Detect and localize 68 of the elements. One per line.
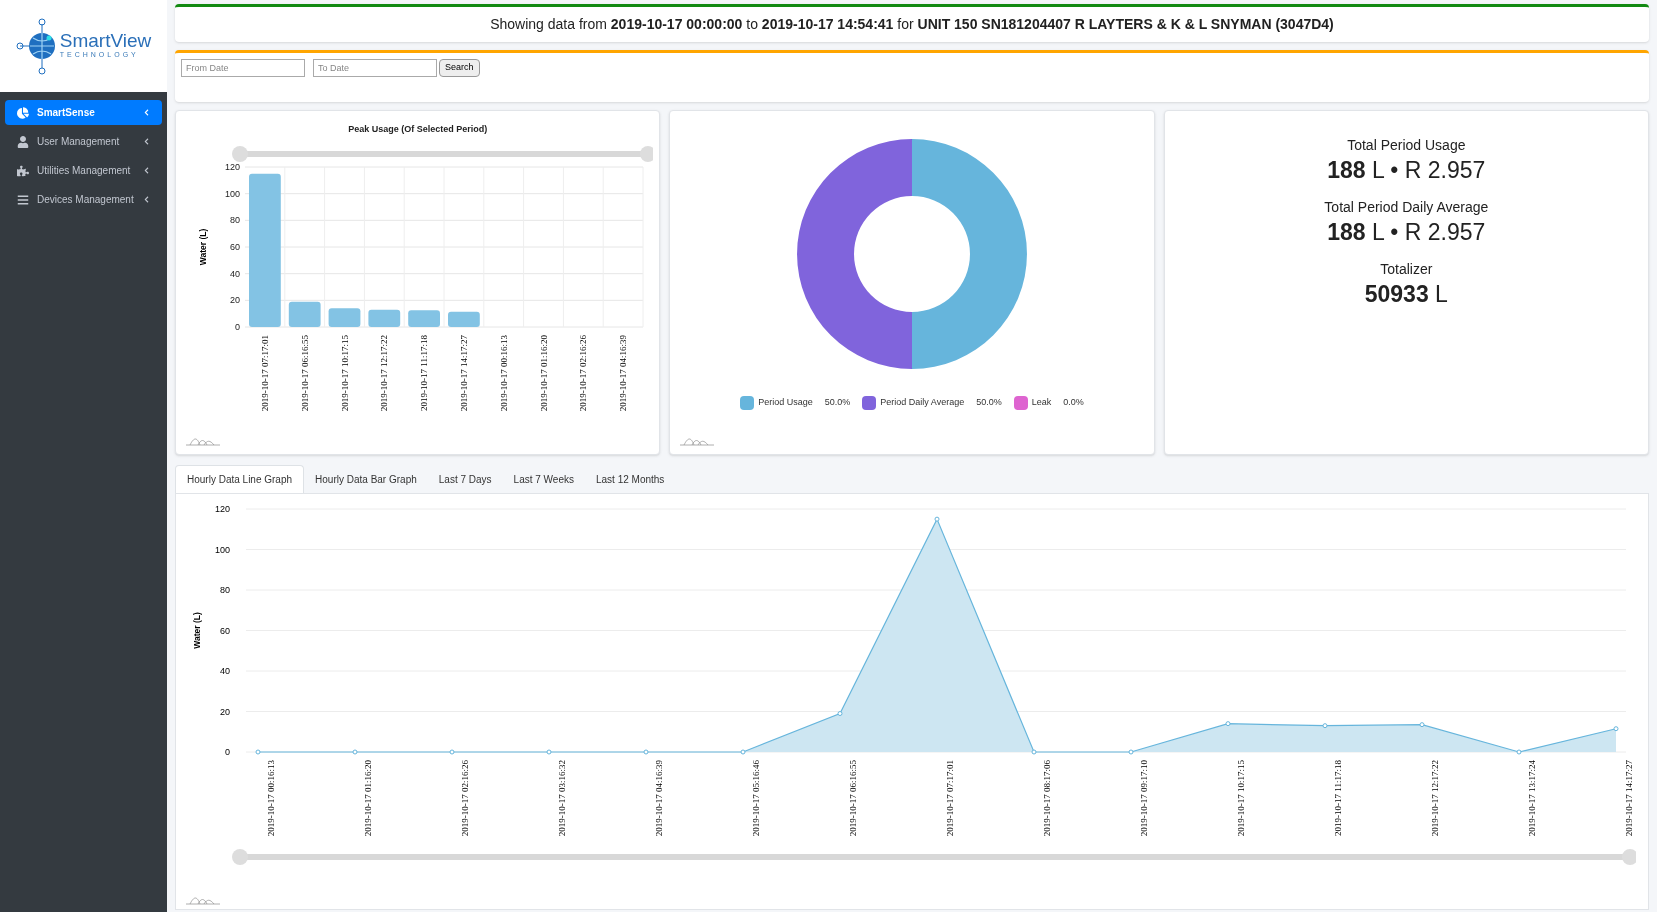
sidebar-item[interactable]: SmartSense — [5, 100, 162, 125]
axis-tick-label: 2019-10-17 00:16:13 — [266, 760, 276, 837]
tab[interactable]: Last 12 Months — [585, 465, 676, 493]
search-button[interactable]: Search — [439, 59, 480, 77]
axis-tick-label: 120 — [214, 504, 230, 514]
tab[interactable]: Last 7 Days — [427, 465, 503, 493]
axis-tick-label: 40 — [229, 268, 240, 279]
axis-tick-label: 2019-10-17 06:16:55 — [848, 760, 858, 837]
tab[interactable]: Hourly Data Line Graph — [175, 465, 305, 493]
sidebar-item[interactable]: Devices Management — [5, 187, 162, 212]
axis-tick-label: 2019-10-17 03:16:32 — [557, 760, 567, 837]
axis-tick-label: 2019-10-17 07:17:01 — [945, 760, 955, 837]
axis-tick-label: 2019-10-17 09:17:10 — [1139, 760, 1149, 837]
legend-value: 50.0% — [976, 396, 1002, 410]
logo-name: SmartView — [59, 31, 152, 51]
to-date-field[interactable]: To Date — [313, 59, 437, 77]
axis-tick-label: 2019-10-17 08:17:06 — [1042, 760, 1052, 837]
chart-title: Peak Usage (Of Selected Period) — [348, 123, 488, 136]
stat-label: Total Period Daily Average — [1324, 197, 1489, 217]
axis-tick-label: 2019-10-17 06:16:55 — [299, 334, 310, 411]
stat-value: 188 L • R 2.957 — [1327, 156, 1486, 185]
axis-tick-label: 2019-10-17 14:17:27 — [1624, 760, 1634, 837]
axis-tick-label: 80 — [229, 214, 240, 225]
legend-label: Period Daily Average — [880, 396, 965, 410]
stat-label: Totalizer — [1380, 259, 1433, 279]
axis-tick-label: 2019-10-17 02:16:26 — [460, 760, 470, 837]
axis-tick-label: 0 — [234, 321, 240, 332]
axis-tick-label: 80 — [220, 585, 230, 595]
axis-tick-label: 2019-10-17 11:17:18 — [1333, 760, 1343, 836]
axis-tick-label: 60 — [229, 241, 240, 252]
axis-tick-label: 0 — [225, 747, 230, 757]
axis-tick-label: 2019-10-17 14:17:27 — [458, 334, 469, 411]
axis-tick-label: 2019-10-17 13:17:24 — [1527, 760, 1537, 837]
stat-value: 50933 L — [1364, 279, 1448, 309]
axis-tick-label: 2019-10-17 05:16:46 — [751, 760, 761, 837]
sidebar-item[interactable]: User Management — [5, 129, 162, 154]
legend-value: 0.0% — [1063, 396, 1084, 410]
axis-tick-label: 2019-10-17 04:16:39 — [617, 334, 628, 411]
axis-title: Water (L) — [192, 612, 202, 649]
axis-tick-label: 120 — [224, 161, 240, 172]
axis-tick-label: 2019-10-17 01:16:20 — [538, 334, 549, 411]
axis-tick-label: 60 — [220, 625, 230, 636]
axis-tick-label: 20 — [229, 294, 240, 305]
sidebar-item[interactable]: Utilities Management — [5, 158, 162, 183]
axis-tick-label: 100 — [224, 188, 240, 199]
axis-tick-label: 2019-10-17 10:17:15 — [339, 334, 350, 411]
legend-value: 50.0% — [824, 396, 851, 410]
axis-tick-label: 100 — [214, 544, 230, 555]
header-text: Showing data from 2019-10-17 00:00:00 to 2019-10-17 14:54:41 for UNIT 150 SN181204407 R LAYTERS & K & L SNYMAN (3047D4) — [490, 15, 1334, 34]
axis-tick-label: 40 — [220, 666, 230, 676]
axis-tick-label: 2019-10-17 04:16:39 — [654, 760, 664, 837]
axis-tick-label: 2019-10-17 11:17:18 — [418, 334, 429, 411]
stat-label: Total Period Usage — [1347, 136, 1466, 155]
axis-tick-label: 2019-10-17 12:17:22 — [1430, 760, 1440, 837]
tab[interactable]: Last 7 Weeks — [502, 465, 585, 493]
axis-tick-label: 2019-10-17 00:16:13 — [498, 334, 509, 411]
tab[interactable]: Hourly Data Bar Graph — [304, 465, 428, 493]
axis-tick-label: 2019-10-17 10:17:15 — [1236, 760, 1246, 837]
axis-tick-label: 2019-10-17 01:16:20 — [363, 760, 373, 837]
axis-tick-label: 2019-10-17 02:16:26 — [577, 334, 588, 411]
legend-label: Leak — [1031, 396, 1052, 410]
axis-tick-label: 20 — [220, 706, 230, 717]
axis-tick-label: 2019-10-17 07:17:01 — [259, 334, 270, 411]
legend-label: Period Usage — [758, 396, 813, 410]
axis-tick-label: 2019-10-17 12:17:22 — [378, 334, 389, 411]
stat-value: 188 L • R 2.957 — [1327, 217, 1486, 247]
from-date-field[interactable]: From Date — [181, 59, 305, 77]
axis-title: Water (L) — [197, 228, 208, 265]
